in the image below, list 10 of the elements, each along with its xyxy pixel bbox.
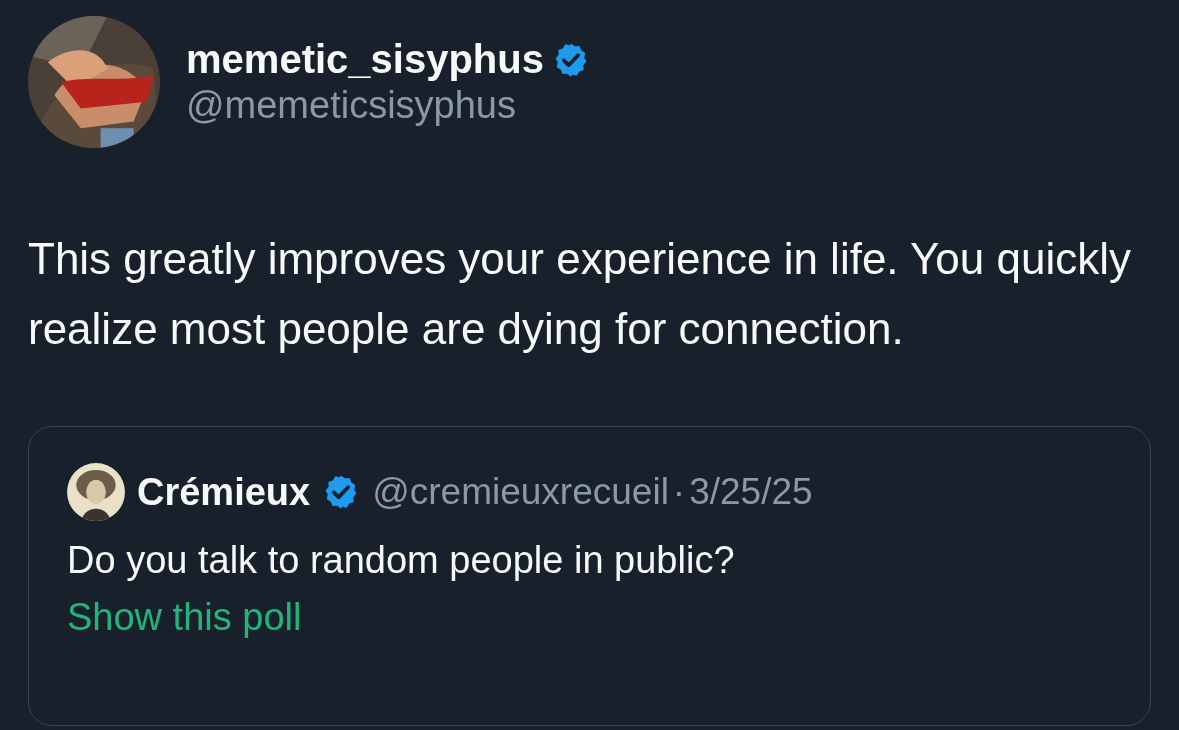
post-date[interactable]: 3/25/25 (689, 471, 813, 513)
author-name[interactable]: memetic_sisyphus (186, 37, 544, 82)
quoted-author-handle[interactable]: @cremieuxrecueil (372, 471, 669, 513)
author-handle[interactable]: @memeticsisyphus (186, 84, 590, 127)
quoted-author-name[interactable]: Crémieux (137, 470, 311, 514)
separator-dot: · (672, 471, 686, 513)
show-poll-link[interactable]: Show this poll (67, 596, 302, 639)
quoted-post-text: Do you talk to random people in public? (67, 539, 736, 582)
quoted-post-card[interactable]: Crémieux @cremieuxrecueil·3/25/25 Do you talk to random people in public? Show this poll (28, 426, 1151, 726)
post-text: This greatly improves your experience in life. You quickly realize most people are dying for connection. (28, 233, 1132, 355)
